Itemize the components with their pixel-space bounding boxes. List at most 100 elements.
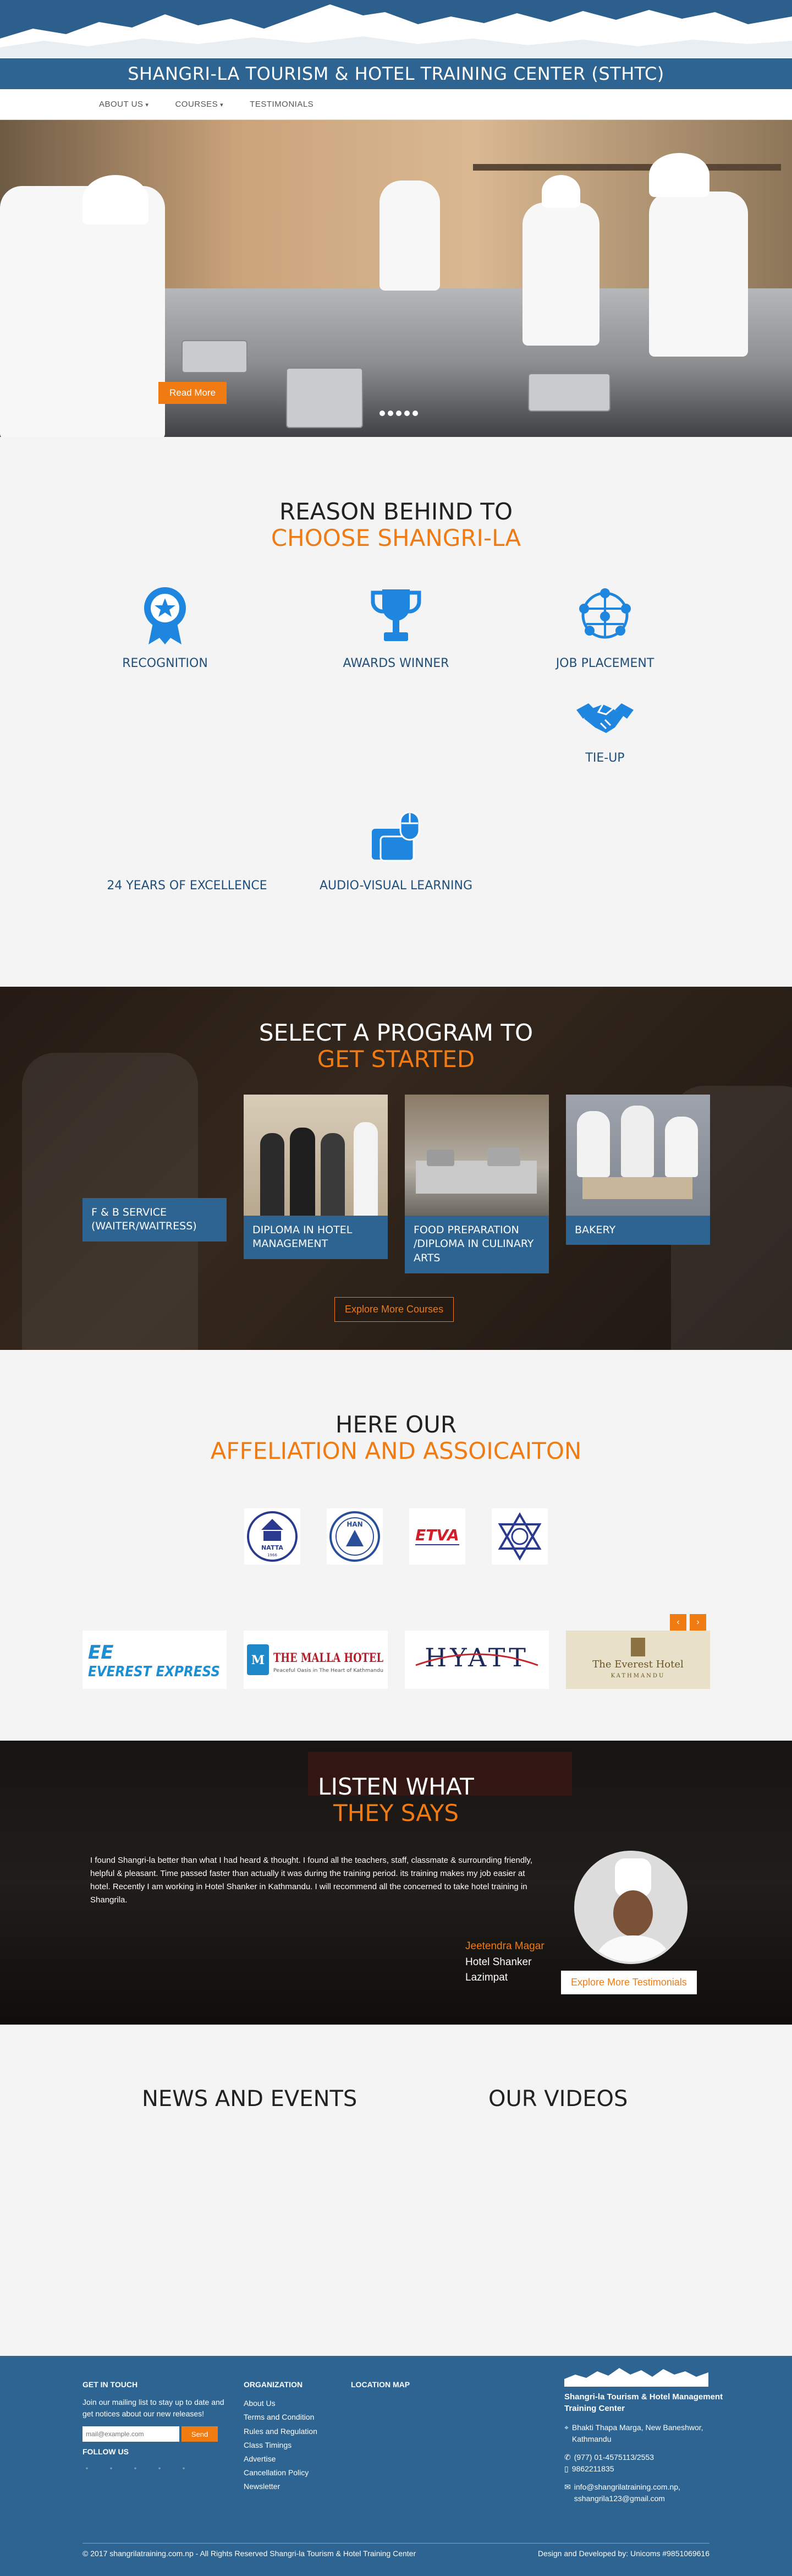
reasons-title: REASON BEHIND TO	[279, 498, 513, 525]
award-ribbon-icon	[135, 585, 195, 646]
slider-dots	[380, 411, 418, 416]
reasons-subtitle: CHOOSE SHANGRI-LA	[271, 524, 521, 552]
main-nav: ABOUT US ▾ COURSES ▾ TESTIMONIALS	[0, 89, 792, 120]
nav-courses[interactable]: COURSES ▾	[175, 100, 223, 109]
etva-logo[interactable]: ETVA	[409, 1508, 465, 1565]
affiliation-section: HERE OUR AFFELIATION AND ASSOICAITON NAT…	[0, 1349, 792, 1741]
svg-text:1966: 1966	[267, 1553, 277, 1557]
testimonial-quote: I found Shangri-la better than what I ha…	[90, 1856, 533, 1905]
footer-heading: FOLLOW US	[82, 2447, 129, 2457]
reason-24-years: 24 YEARS OF EXCELLENCE	[99, 807, 275, 893]
chef-hat	[542, 175, 580, 208]
mouse-folder-icon	[366, 807, 426, 868]
program-caption: F & B SERVICE (WAITER/WAITRESS)	[82, 1197, 227, 1241]
footer-link[interactable]: Newsletter	[244, 2482, 280, 2491]
hero-slider: Read More	[0, 120, 792, 437]
copyright-bar: © 2017 shangrilatraining.com.np - All Ri…	[82, 2543, 710, 2558]
testimonials-heading: LISTEN WHAT THEY SAYS	[0, 1773, 792, 1827]
reason-recognition: RECOGNITION	[77, 585, 253, 670]
author-location: Lazimpat	[465, 1972, 508, 1984]
social-links: ◦ ◦ ◦ ◦ ◦	[82, 2464, 226, 2473]
program-caption: DIPLOMA IN HOTEL MANAGEMENT	[244, 1215, 388, 1259]
email-input[interactable]	[82, 2426, 179, 2442]
footer-brand: Shangri-la Tourism & Hotel Management Tr…	[564, 2365, 724, 2511]
svg-text:NATTA: NATTA	[261, 1544, 283, 1551]
footer-link[interactable]: Cancellation Policy	[244, 2468, 309, 2477]
chef-figure	[380, 181, 440, 291]
svg-text:ETVA: ETVA	[415, 1526, 459, 1544]
site-title-bar: SHANGRI-LA TOURISM & HOTEL TRAINING CENT…	[0, 57, 792, 89]
reason-label: RECOGNITION	[122, 656, 208, 670]
chevron-right-icon[interactable]: ›	[690, 1614, 706, 1631]
program-caption: BAKERY	[566, 1215, 710, 1245]
site-footer: GET IN TOUCH Join our mailing list to st…	[0, 2356, 792, 2576]
svg-text:HAN: HAN	[346, 1521, 362, 1528]
svg-text:EVEREST EXPRESS: EVEREST EXPRESS	[88, 1664, 220, 1680]
star-emblem-logo[interactable]	[492, 1508, 548, 1565]
google-plus-icon[interactable]: ◦	[131, 2464, 140, 2473]
chevron-left-icon[interactable]: ‹	[670, 1614, 686, 1631]
developer-credit[interactable]: Design and Developed by: Unicoms #985106…	[538, 2549, 710, 2558]
reason-icon-placeholder	[157, 807, 217, 868]
partner-everest-express[interactable]: EE EVEREST EXPRESS	[82, 1631, 227, 1689]
reason-awards-winner: AWARDS WINNER	[308, 585, 484, 670]
news-videos-section: NEWS AND EVENTS OUR VIDEOS	[0, 2025, 792, 2356]
slide-dot[interactable]	[388, 411, 393, 416]
mobile-icon: ▯	[564, 2464, 569, 2474]
footer-link[interactable]: Rules and Regulation	[244, 2427, 317, 2436]
han-logo[interactable]: HAN	[327, 1508, 383, 1565]
footer-link[interactable]: Class Timings	[244, 2441, 292, 2449]
mountain-silhouette	[0, 4, 792, 57]
reasons-grid: RECOGNITION AWARDS WINNER JOB PLACEMENT …	[0, 574, 792, 915]
handshake-icon	[575, 696, 635, 740]
explore-courses-button[interactable]: Explore More Courses	[334, 1297, 454, 1322]
cooking-pot	[528, 373, 610, 412]
program-card-hotel-management[interactable]: DIPLOMA IN HOTEL MANAGEMENT	[244, 1094, 388, 1259]
footer-link[interactable]: Terms and Condition	[244, 2413, 314, 2421]
address-text: Bhakti Thapa Marga, New Baneshwor, Kathm…	[571, 2423, 703, 2444]
partner-hyatt[interactable]: HYATT	[405, 1631, 549, 1689]
slide-dot[interactable]	[404, 411, 410, 416]
programs-heading: SELECT A PROGRAM TO GET STARTED	[0, 1019, 792, 1073]
phone-row: ✆ (977) 01-4575113/2553	[564, 2452, 724, 2463]
site-title: SHANGRI-LA TOURISM & HOTEL TRAINING CENT…	[128, 63, 664, 84]
program-image	[566, 1094, 710, 1216]
slide-dot[interactable]	[380, 411, 385, 416]
facebook-icon[interactable]: ◦	[82, 2464, 91, 2473]
footer-link[interactable]: About Us	[244, 2399, 276, 2408]
footer-link[interactable]: Advertise	[244, 2454, 276, 2463]
nav-testimonials[interactable]: TESTIMONIALS	[250, 100, 314, 109]
footer-org-name: Shangri-la Tourism & Hotel Management Tr…	[564, 2392, 723, 2414]
reason-label: TIE-UP	[585, 751, 625, 765]
nav-about-us[interactable]: ABOUT US ▾	[99, 100, 148, 109]
testimonials-title: LISTEN WHAT	[318, 1773, 474, 1801]
slide-dot[interactable]	[413, 411, 418, 416]
linkedin-icon[interactable]: ◦	[155, 2464, 164, 2473]
program-card-fb-service[interactable]: F & B SERVICE (WAITER/WAITRESS)	[82, 1197, 227, 1241]
spice-shelf	[473, 164, 781, 171]
partner-malla-hotel[interactable]: M THE MALLA HOTEL Peaceful Oasis in The He…	[244, 1631, 388, 1689]
slide-dot[interactable]	[396, 411, 402, 416]
address-row: ⌖ Bhakti Thapa Marga, New Baneshwor, Kath…	[564, 2422, 724, 2445]
phone-icon: ✆	[564, 2453, 571, 2462]
trophy-icon	[366, 585, 426, 646]
svg-text:THE MALLA HOTEL: THE MALLA HOTEL	[273, 1651, 383, 1665]
svg-text:EE: EE	[88, 1642, 113, 1664]
program-card-bakery[interactable]: BAKERY	[566, 1094, 710, 1245]
partner-everest-hotel[interactable]: The Everest Hotel KATHMANDU	[566, 1631, 710, 1689]
explore-testimonials-button[interactable]: Explore More Testimonials	[561, 1971, 697, 1995]
send-button[interactable]: Send	[182, 2426, 218, 2442]
hero-read-more-button[interactable]: Read More	[158, 382, 227, 404]
testimonials-subtitle: THEY SAYS	[333, 1800, 459, 1827]
map-marker-icon: ⌖	[564, 2423, 569, 2432]
footer-mountain-logo	[564, 2365, 724, 2387]
programs-title: SELECT A PROGRAM TO	[258, 1019, 534, 1046]
footer-heading: ORGANIZATION	[244, 2380, 303, 2389]
email-row: ✉ info@shangrilatraining.com.np, sshangri…	[564, 2481, 724, 2504]
email-text[interactable]: info@shangrilatraining.com.np, sshangril…	[574, 2481, 724, 2504]
natta-logo[interactable]: NATTA 1966	[244, 1508, 300, 1565]
youtube-icon[interactable]: ◦	[179, 2464, 188, 2473]
program-card-food-preparation[interactable]: FOOD PREPARATION /DIPLOMA IN CULINARY AR…	[405, 1094, 549, 1273]
chevron-down-icon: ▾	[145, 102, 149, 108]
twitter-icon[interactable]: ◦	[107, 2464, 116, 2473]
